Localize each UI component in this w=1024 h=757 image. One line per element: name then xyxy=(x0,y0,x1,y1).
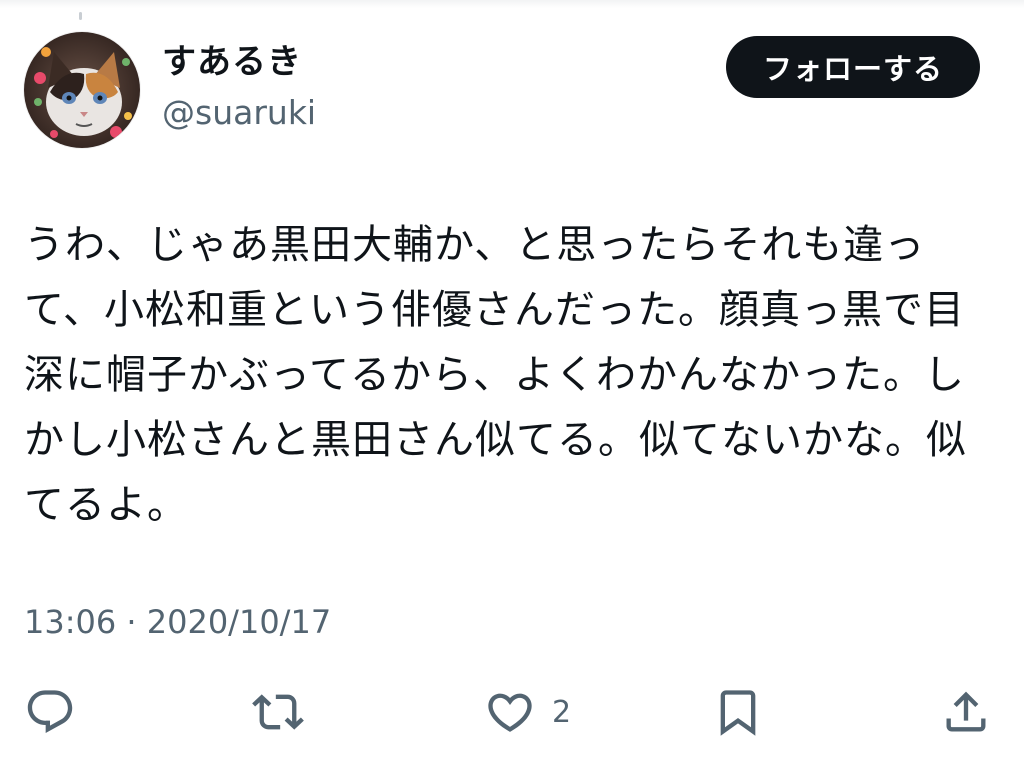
tweet-text: うわ、じゃあ黒田大輔か、と思ったらそれも違って、小松和重という俳優さんだった。顔… xyxy=(24,222,967,528)
top-indicator xyxy=(79,12,82,20)
reply-icon xyxy=(27,690,73,734)
top-divider xyxy=(0,0,1024,8)
share-icon xyxy=(946,691,986,732)
retweet-button[interactable] xyxy=(252,684,304,740)
like-button[interactable]: 2 xyxy=(484,684,571,740)
retweet-icon xyxy=(252,694,304,730)
reply-button[interactable] xyxy=(24,684,76,740)
tweet-timestamp[interactable]: 13:06 · 2020/10/17 xyxy=(24,602,331,642)
user-display-name[interactable]: すあるき xyxy=(162,40,302,84)
bookmark-icon xyxy=(720,690,756,736)
follow-button[interactable]: フォローする xyxy=(726,36,980,98)
cat-avatar-icon[interactable] xyxy=(24,32,140,148)
heart-icon xyxy=(488,693,532,732)
user-handle[interactable]: @suaruki xyxy=(162,92,316,134)
share-button[interactable] xyxy=(940,684,992,740)
bookmark-button[interactable] xyxy=(712,684,764,740)
like-count: 2 xyxy=(552,694,572,730)
